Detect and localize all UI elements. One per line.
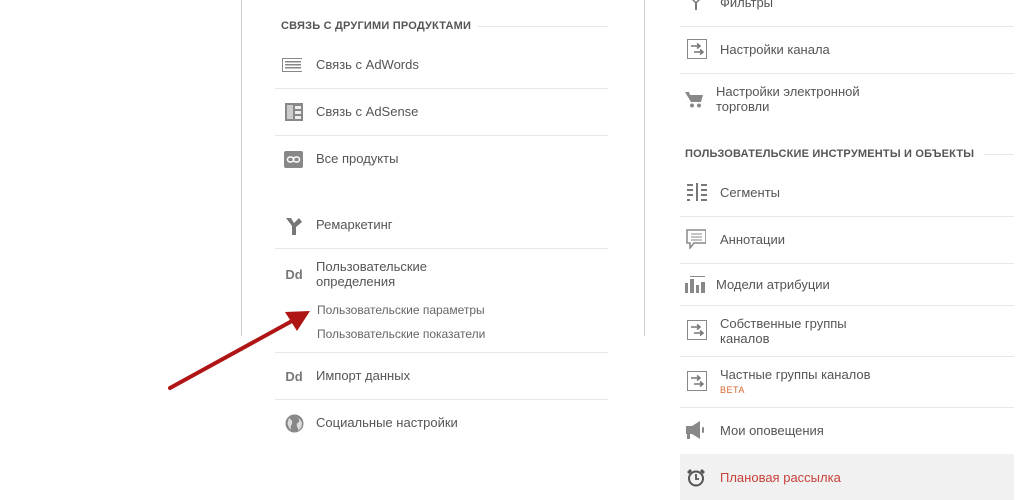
annotation-arrow — [168, 311, 310, 390]
